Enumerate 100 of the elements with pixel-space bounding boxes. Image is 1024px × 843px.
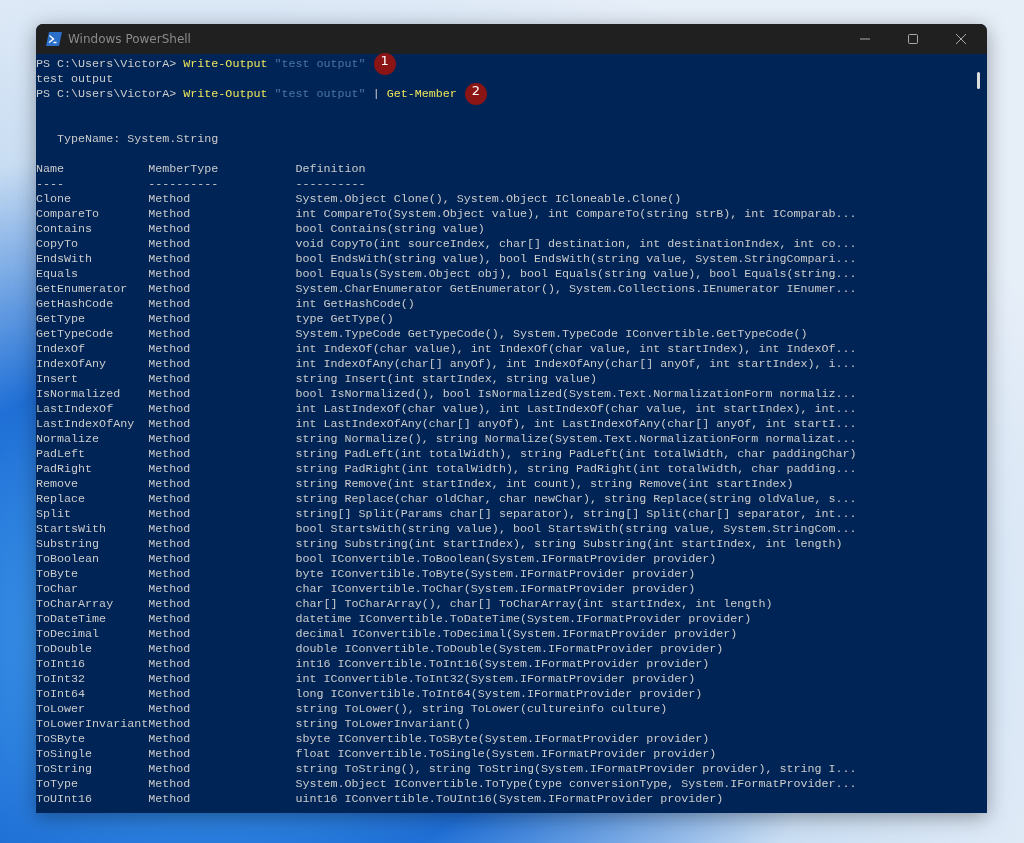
table-cell: string Replace(char oldChar, char newChar), string Replace(string oldValue, s... [295,492,857,507]
table-cell: string[] Split(Params char[] separator), string[] Split(char[] separator, int... [295,507,857,522]
table-cell: int16 IConvertible.ToInt16(System.IFormatProvider provider) [295,657,710,672]
table-cell-text: Method [148,687,192,702]
table-cell-text: Method [148,207,192,222]
table-cell: int LastIndexOf(char value), int LastIndexOf(char value, int startIndex), int... [295,402,857,417]
table-cell-text: Method [148,537,192,552]
maximize-icon[interactable] [907,33,919,45]
table-cell-text: Method [148,747,192,762]
step-badge: 1 [373,53,396,75]
close-icon[interactable] [955,33,967,45]
table-cell-text: LastIndexOfAny [36,417,136,432]
table-cell: float IConvertible.ToSingle(System.IFormatProvider provider) [295,747,717,762]
table-cell-text: Method [148,297,192,312]
table-cell-text: ToDecimal [36,627,101,642]
table-cell-text: Remove [36,477,80,492]
prompt-text: PS C:\Users\VictorA> [36,87,177,102]
scrollbar-thumb[interactable] [977,72,980,89]
table-cell-text: IndexOf [36,342,87,357]
header-underline: ---------- [295,177,366,192]
table-cell-text: ToLower [36,702,87,717]
table-cell-text: GetTypeCode [36,327,115,342]
table-cell: int LastIndexOfAny(char[] anyOf), int LastIndexOfAny(char[] anyOf, int startI... [295,417,857,432]
table-cell-text: ToByte [36,567,80,582]
table-cell: int CompareTo(System.Object value), int CompareTo(string strB), int IComparab... [295,207,857,222]
table-cell-text: ToInt32 [36,672,87,687]
column-header: Name [36,162,66,177]
table-cell: datetime IConvertible.ToDateTime(System.IFormatProvider provider) [295,612,752,627]
step-badge: 2 [464,83,487,105]
table-cell: string ToString(), string ToString(System.IFormatProvider provider), string I... [295,762,857,777]
table-cell-text: ToDouble [36,642,94,657]
column-header: MemberType [148,162,220,177]
table-cell: bool StartsWith(string value), bool StartsWith(string value, System.StringCom... [295,522,857,537]
cmdlet-text: Write-Output [183,57,268,72]
table-cell-text: Method [148,582,192,597]
table-cell: string Normalize(), string Normalize(System.Text.NormalizationForm normalizat... [295,432,857,447]
table-cell: bool IsNormalized(), bool IsNormalized(System.Text.NormalizationForm normaliz... [295,387,857,402]
table-cell-text: Method [148,237,192,252]
table-cell-text: Method [148,417,192,432]
table-cell: bool Equals(System.Object obj), bool Equals(string value), bool Equals(string... [295,267,857,282]
table-cell: int GetHashCode() [295,297,415,312]
table-cell: ToLowerInvariant [36,717,149,732]
table-cell-text: Method [148,327,192,342]
table-cell: int IndexOfAny(char[] anyOf), int IndexOfAny(char[] anyOf, int startIndex), i... [295,357,857,372]
table-cell-text: Method [148,492,192,507]
table-cell: long IConvertible.ToInt64(System.IFormatProvider provider) [295,687,703,702]
table-cell-text: IndexOfAny [36,357,108,372]
table-cell-text: Method [148,507,192,522]
table-cell-text: Contains [36,222,94,237]
table-cell-text: Method [148,762,192,777]
table-cell-text: Method [148,312,192,327]
table-cell-text: ToDateTime [36,612,108,627]
table-cell-text: Method [148,342,192,357]
table-cell-text: Method [148,402,192,417]
powershell-icon [46,32,62,46]
column-header: Definition [295,162,366,177]
string-argument: "test output" [274,57,366,72]
table-cell-text: ToChar [36,582,80,597]
table-cell: string ToLowerInvariant() [295,717,471,732]
table-cell-text: ToUInt16 [36,792,94,807]
table-cell-text: ToInt64 [36,687,87,702]
table-cell-text: ToInt16 [36,657,87,672]
table-cell: int IndexOf(char value), int IndexOf(char value, int startIndex), int IndexOf... [295,342,857,357]
table-cell-text: Method [148,522,192,537]
table-cell-text: LastIndexOf [36,402,115,417]
table-cell-text: Insert [36,372,80,387]
table-cell-text: Method [148,432,192,447]
table-cell-text: Method [148,612,192,627]
table-cell-text: ToSingle [36,747,94,762]
table-cell: uint16 IConvertible.ToUInt16(System.IFormatProvider provider) [295,792,724,807]
table-cell: string PadRight(int totalWidth), string PadRight(int totalWidth, char padding... [295,462,857,477]
table-cell: bool IConvertible.ToBoolean(System.IFormatProvider provider) [295,552,717,567]
table-cell-text: Method [148,462,192,477]
table-cell: double IConvertible.ToDouble(System.IFormatProvider provider) [295,642,724,657]
header-underline: ---- [36,177,66,192]
table-cell: System.Object IConvertible.ToType(type conversionType, System.IFormatProvider... [295,777,857,792]
table-cell: string Substring(int startIndex), string Substring(int startIndex, int length) [295,537,843,552]
table-cell: bool EndsWith(string value), bool EndsWith(string value, System.StringCompari... [295,252,857,267]
table-cell-text: IsNormalized [36,387,122,402]
pipe-operator: | [372,87,380,102]
table-cell-text: Method [148,597,192,612]
table-cell-text: Method [148,567,192,582]
table-cell-text: CopyTo [36,237,80,252]
table-cell-text: Equals [36,267,80,282]
table-cell-text: Method [148,357,192,372]
table-cell: type GetType() [295,312,394,327]
table-cell-text: StartsWith [36,522,108,537]
table-cell-text: Substring [36,537,101,552]
table-cell-text: Replace [36,492,87,507]
table-cell-text: Method [148,192,192,207]
table-cell-text: Method [148,282,192,297]
table-cell: string PadLeft(int totalWidth), string PadLeft(int totalWidth, char paddingChar) [295,447,857,462]
table-cell-text: Method [148,657,192,672]
string-argument: "test output" [274,87,366,102]
table-cell-text: Method [148,777,192,792]
table-cell-text: Method [148,267,192,282]
table-cell-text: GetHashCode [36,297,115,312]
table-cell-text: Method [148,717,192,732]
table-cell-text: Normalize [36,432,101,447]
table-cell-text: Method [148,222,192,237]
